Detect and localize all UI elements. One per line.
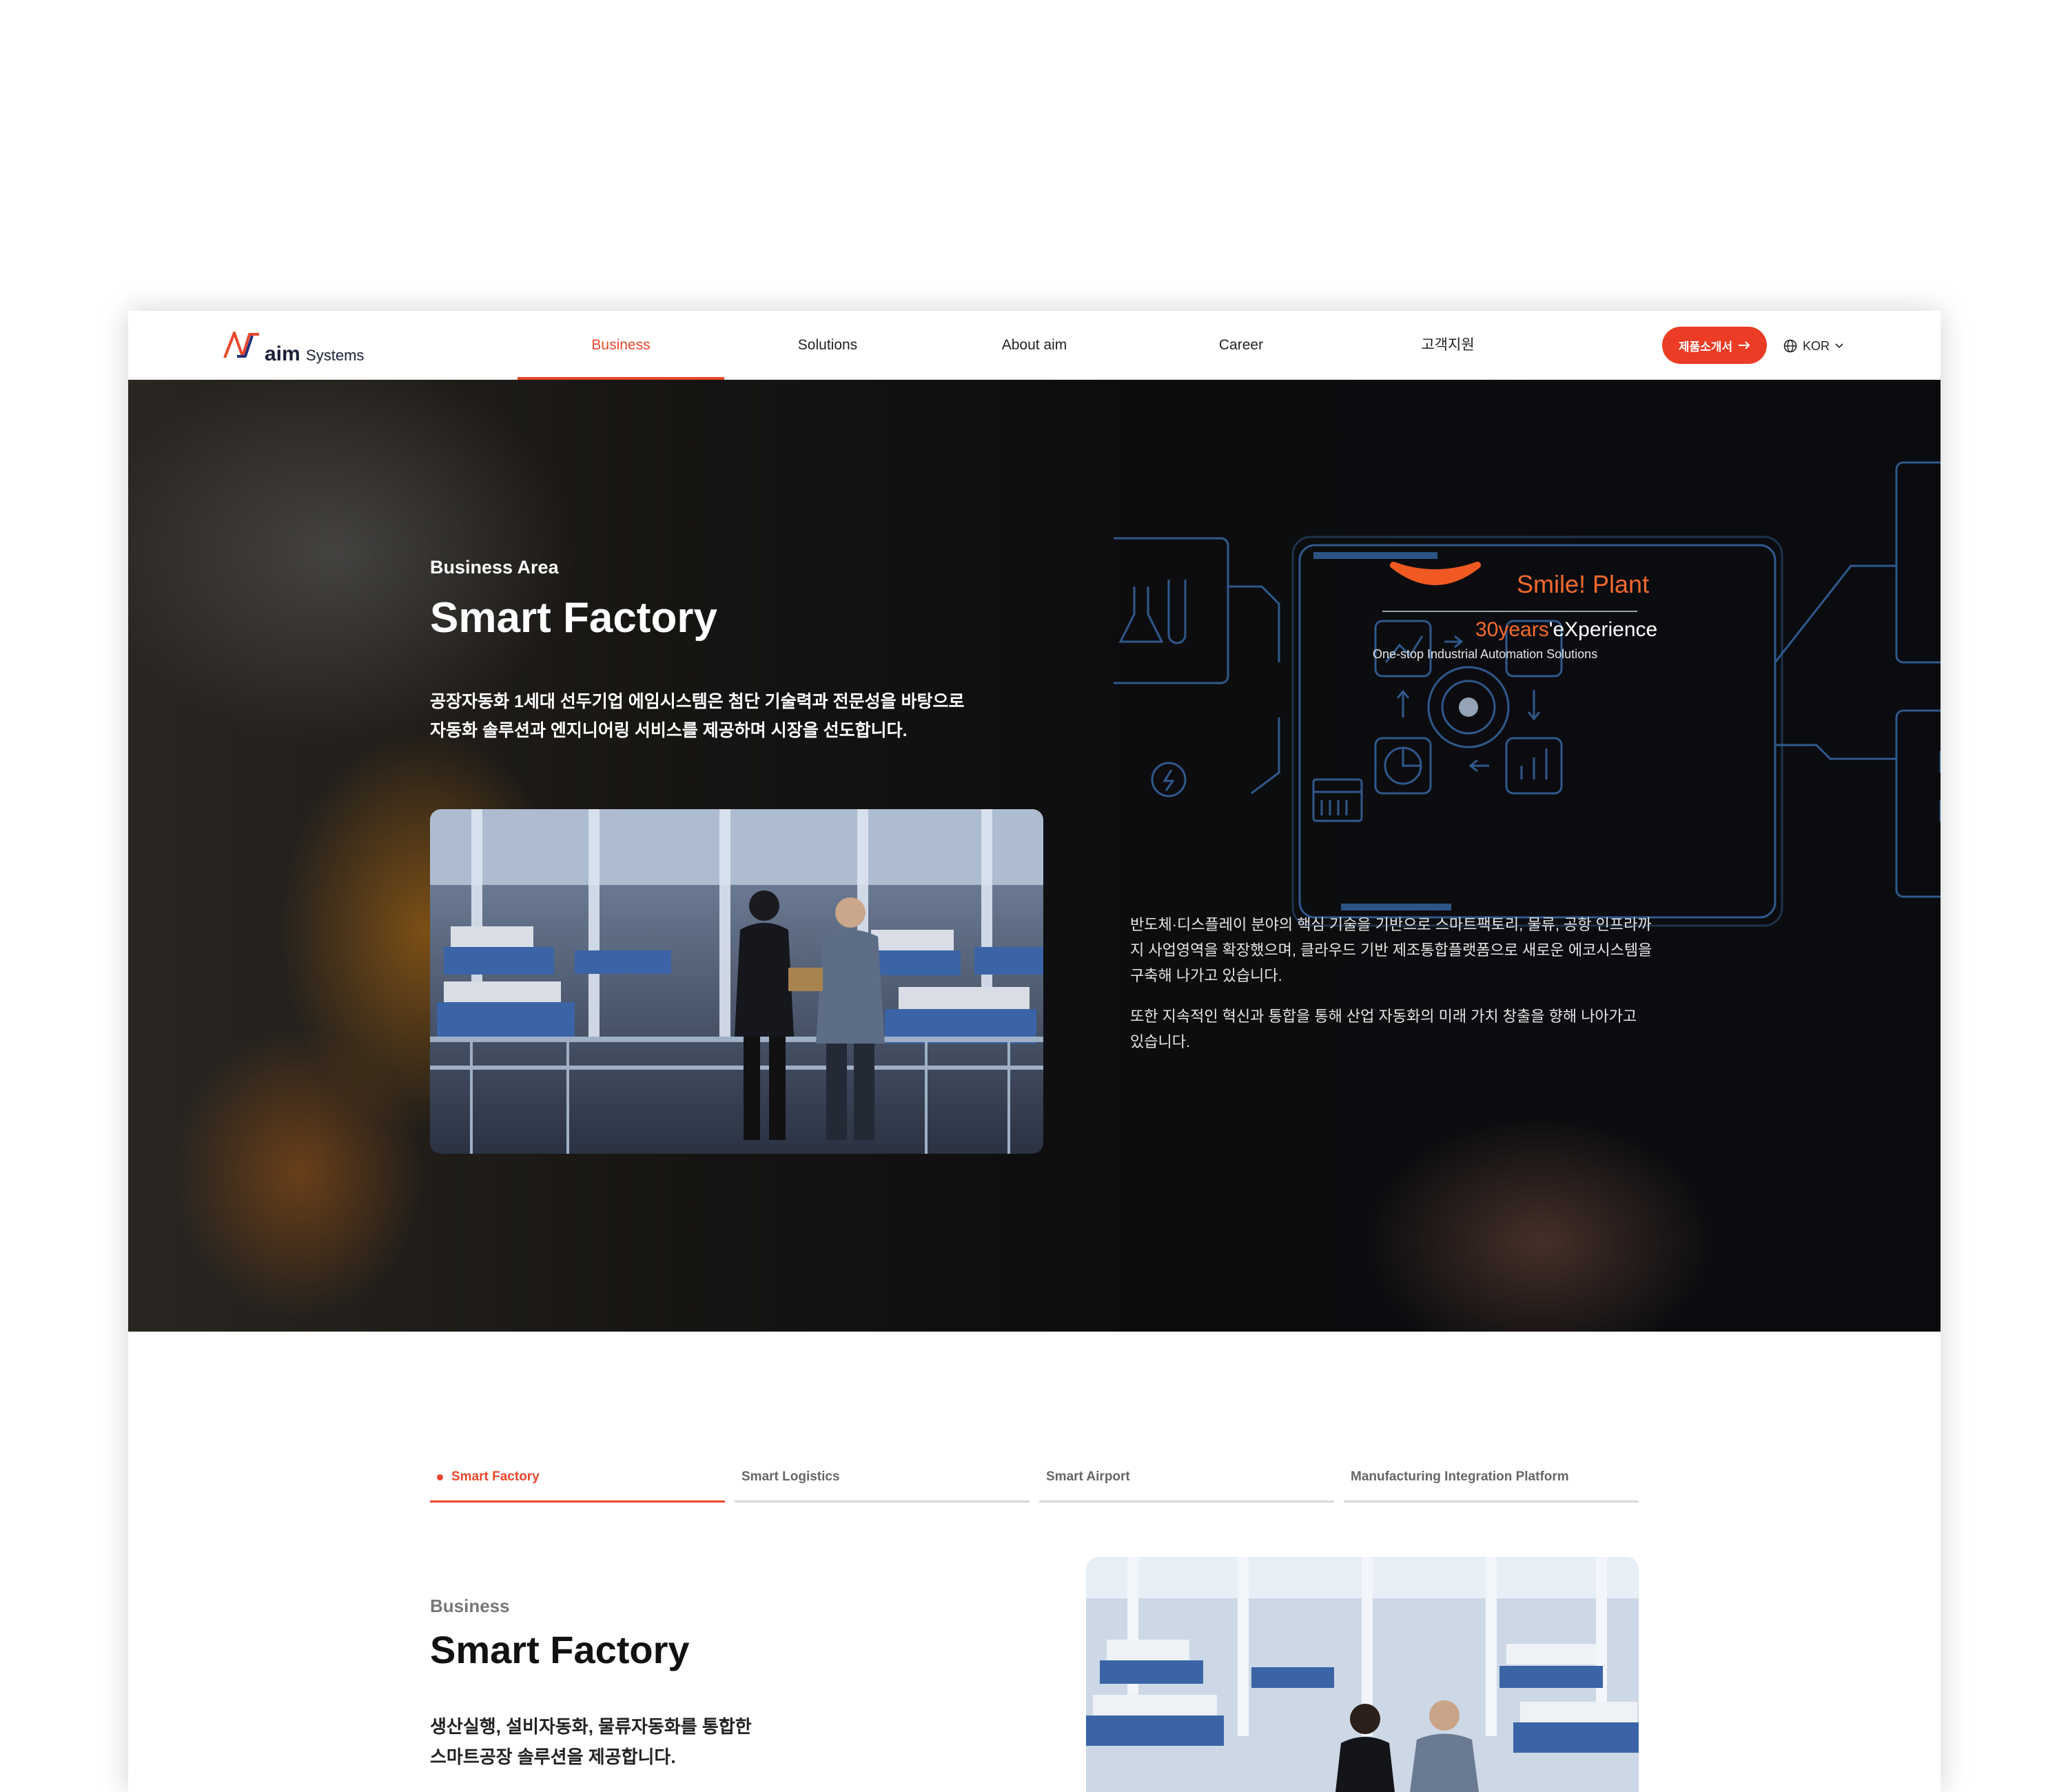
nav-business[interactable]: Business <box>518 311 724 380</box>
tab-mip-label: Manufacturing Integration Platform <box>1351 1469 1569 1484</box>
section-description-line-1: 생산실행, 설비자동화, 물류자동화를 통합한 <box>430 1716 752 1737</box>
smart-factory-photo <box>1086 1557 1639 1792</box>
browser-frame: aim Systems Business Solutions About aim… <box>128 311 1941 1792</box>
active-dot <box>437 1474 443 1480</box>
hero-tag: Business Area <box>430 557 559 578</box>
main-nav: Business Solutions About aim Career 고객지원 <box>518 311 1551 380</box>
hero-summary-paragraph-2: 또한 지속적인 혁신과 통합을 통해 산업 자동화의 미래 가치 창출을 향해 … <box>1130 1008 1637 1050</box>
tab-smart-logistics-label: Smart Logistics <box>741 1469 840 1484</box>
tab-smart-logistics[interactable]: Smart Logistics <box>735 1454 1030 1503</box>
factory-photo <box>430 809 1043 1154</box>
smile-plant-logo-icon <box>1390 562 1481 585</box>
tab-smart-factory[interactable]: Smart Factory <box>430 1454 725 1503</box>
language-label: KOR <box>1803 338 1830 353</box>
overlay-divider <box>1382 611 1637 612</box>
years-label: 30years <box>1475 618 1549 641</box>
site-header: aim Systems Business Solutions About aim… <box>128 311 1941 380</box>
hero-section: Smile! Plant 30years'eXperience One-stop… <box>128 380 1941 1332</box>
hero-summary-paragraph-1: 반도체·디스플레이 분야의 핵심 기술을 기반으로 스마트팩토리, 물류, 공항… <box>1130 916 1652 984</box>
logo[interactable]: aim Systems <box>222 329 364 365</box>
aim-logo-icon <box>223 332 259 358</box>
tab-manufacturing-integration-platform[interactable]: Manufacturing Integration Platform <box>1344 1454 1639 1503</box>
section-description-line-2: 스마트공장 솔루션을 제공합니다. <box>430 1747 676 1767</box>
tab-smart-airport[interactable]: Smart Airport <box>1039 1454 1334 1503</box>
experience-text: 'eXperience <box>1548 618 1658 641</box>
digital-dashboard-graphic <box>1114 461 1941 927</box>
hero-description-line-1: 공장자동화 1세대 선두기업 에임시스템은 첨단 기술력과 전문성을 바탕으로 <box>430 692 965 711</box>
business-tabs: Smart Factory Smart Logistics Smart Airp… <box>430 1454 1639 1503</box>
arrow-right-icon <box>1739 341 1750 349</box>
nav-about[interactable]: About aim <box>931 311 1138 380</box>
brochure-button-label: 제품소개서 <box>1678 340 1733 354</box>
overlay-tagline: One-stop Industrial Automation Solutions <box>1373 647 1598 661</box>
nav-career[interactable]: Career <box>1138 311 1344 380</box>
globe-icon <box>1783 339 1797 353</box>
experience-label: 30years'eXperience <box>1475 618 1657 642</box>
section-tag: Business <box>430 1596 510 1616</box>
section-description: 생산실행, 설비자동화, 물류자동화를 통합한 스마트공장 솔루션을 제공합니다… <box>430 1711 843 1772</box>
hero-description-line-2: 자동화 솔루션과 엔지니어링 서비스를 제공하며 시장을 선도합니다. <box>430 721 908 740</box>
tab-smart-airport-label: Smart Airport <box>1046 1469 1130 1484</box>
chevron-down-icon <box>1835 343 1843 349</box>
logo-text: aim Systems <box>265 343 365 365</box>
section-title: Smart Factory <box>430 1628 690 1671</box>
nav-solutions[interactable]: Solutions <box>724 311 931 380</box>
smile-plant-label: Smile! Plant <box>1517 570 1650 598</box>
tab-smart-factory-label: Smart Factory <box>451 1469 540 1484</box>
nav-support[interactable]: 고객지원 <box>1344 311 1551 380</box>
hero-title: Smart Factory <box>430 594 717 642</box>
factory-illustration <box>430 809 1043 1154</box>
brochure-button[interactable]: 제품소개서 <box>1662 327 1767 364</box>
hero-description: 공장자동화 1세대 선두기업 에임시스템은 첨단 기술력과 전문성을 바탕으로 … <box>430 687 1050 745</box>
hero-summary: 반도체·디스플레이 분야의 핵심 기술을 기반으로 스마트팩토리, 물류, 공항… <box>1130 912 1654 1070</box>
smart-factory-illustration <box>1086 1557 1639 1792</box>
language-selector[interactable]: KOR <box>1783 334 1843 358</box>
